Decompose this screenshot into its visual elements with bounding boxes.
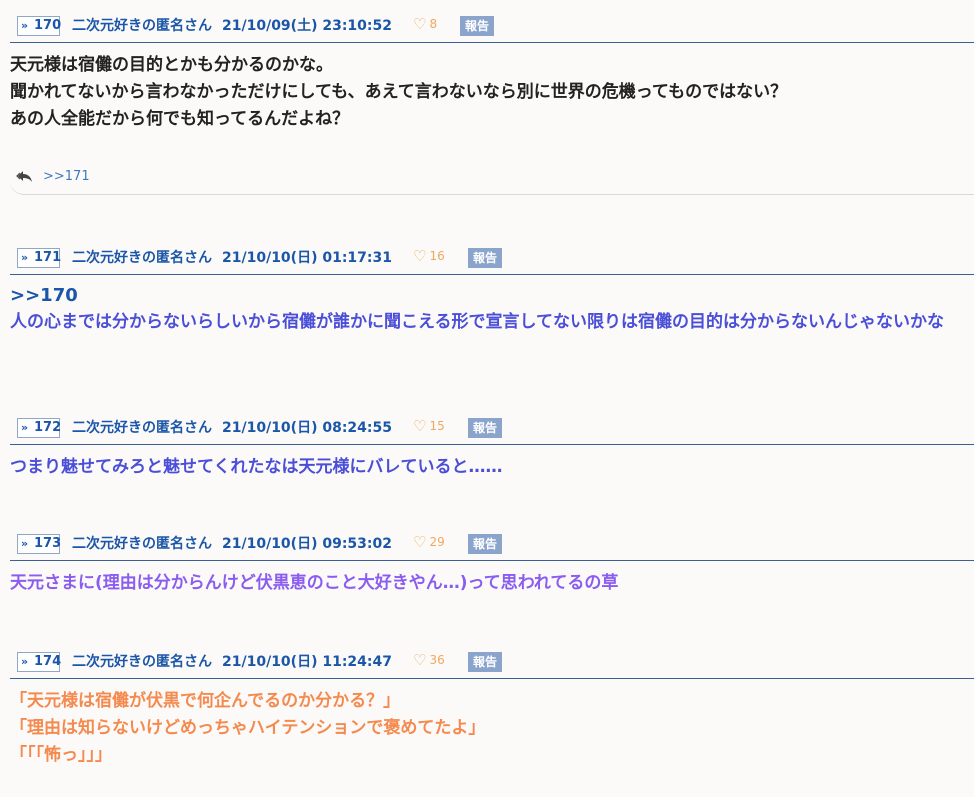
post-body: 天元さまに(理由は分からんけど伏黒恵のこと大好きやん…)って思われてるの草: [10, 570, 970, 597]
post-body: つまり魅せてみろと魅せてくれたなは天元様にバレていると……: [10, 454, 970, 481]
post-body-line: 天元さまに(理由は分からんけど伏黒恵のこと大好きやん…)って思われてるの草: [10, 573, 619, 593]
post-body-line: 天元様は宿儺の目的とかも分かるのかな。: [10, 55, 333, 75]
post-header: » 171 二次元好きの匿名さん 21/10/10(日) 01:17:31 ♡ 1…: [0, 244, 974, 274]
post-body-line: 「理由は知らないけどめっちゃハイテンションで褒めてたよ」: [10, 718, 486, 738]
like-button[interactable]: ♡ 29: [413, 532, 445, 552]
header-divider: [10, 42, 974, 43]
post-number-link[interactable]: » 174: [17, 652, 61, 672]
report-button[interactable]: 報告: [468, 652, 502, 672]
post-body: >>170 人の心までは分からないらしいから宿儺が誰かに聞こえる形で宣言してない…: [10, 282, 970, 336]
post-number-link[interactable]: » 172: [17, 418, 61, 438]
post-body-line: つまり魅せてみろと魅せてくれたなは天元様にバレていると……: [10, 457, 503, 477]
heart-outline-icon: ♡: [413, 247, 427, 265]
post-body: 天元様は宿儺の目的とかも分かるのかな。 聞かれてないから言わなかっただけにしても…: [10, 52, 970, 133]
double-chevron-right-icon: »: [21, 421, 29, 434]
post-body-line: 「天元様は宿儺が伏黒で何企んでるのか分かる？」: [10, 691, 401, 711]
double-chevron-right-icon: »: [21, 19, 29, 32]
reply-link[interactable]: >>171: [43, 168, 90, 186]
heart-outline-icon: ♡: [413, 15, 427, 33]
reply-arrow-icon: [16, 171, 32, 182]
post-header: » 174 二次元好きの匿名さん 21/10/10(日) 11:24:47 ♡ 3…: [0, 648, 974, 678]
anchor-link[interactable]: >>170: [10, 282, 970, 309]
like-count: 8: [429, 17, 438, 31]
post-date: 21/10/10(日) 09:53:02: [222, 536, 392, 552]
post-date: 21/10/09(土) 23:10:52: [222, 18, 392, 34]
report-button[interactable]: 報告: [468, 248, 502, 268]
poster-name: 二次元好きの匿名さん: [72, 536, 212, 552]
poster-name: 二次元好きの匿名さん: [72, 250, 212, 266]
post-body-line: 聞かれてないから言わなかっただけにしても、あえて言わないなら別に世界の危機っても…: [10, 82, 788, 102]
report-button[interactable]: 報告: [468, 418, 502, 438]
double-chevron-right-icon: »: [21, 251, 29, 264]
post-body-line: 「「「怖っ」」」: [10, 745, 112, 765]
post-date: 21/10/10(日) 01:17:31: [222, 250, 392, 266]
report-button[interactable]: 報告: [468, 534, 502, 554]
post-body-line: あの人全能だから何でも知ってるんだよね？: [10, 109, 350, 129]
post-number-link[interactable]: » 171: [17, 248, 61, 268]
post-170: » 170 二次元好きの匿名さん 21/10/09(土) 23:10:52 ♡ 8…: [0, 12, 974, 202]
post-date: 21/10/10(日) 11:24:47: [222, 654, 392, 670]
like-count: 29: [429, 535, 445, 549]
header-divider: [10, 560, 974, 561]
header-divider: [10, 444, 974, 445]
like-button[interactable]: ♡ 16: [413, 246, 445, 266]
post-date: 21/10/10(日) 08:24:55: [222, 420, 392, 436]
like-count: 15: [429, 419, 445, 433]
like-count: 16: [429, 249, 445, 263]
double-chevron-right-icon: »: [21, 655, 29, 668]
post-body-line: 人の心までは分からないらしいから宿儺が誰かに聞こえる形で宣言してない限りは宿儺の…: [10, 312, 944, 332]
post-header: » 172 二次元好きの匿名さん 21/10/10(日) 08:24:55 ♡ 1…: [0, 414, 974, 444]
post-number-link[interactable]: » 173: [17, 534, 61, 554]
post-172: » 172 二次元好きの匿名さん 21/10/10(日) 08:24:55 ♡ 1…: [0, 414, 974, 484]
post-171: » 171 二次元好きの匿名さん 21/10/10(日) 01:17:31 ♡ 1…: [0, 244, 974, 374]
poster-name: 二次元好きの匿名さん: [72, 654, 212, 670]
like-button[interactable]: ♡ 15: [413, 416, 445, 436]
post-173: » 173 二次元好きの匿名さん 21/10/10(日) 09:53:02 ♡ 2…: [0, 530, 974, 600]
replies-bar: >>171: [10, 162, 974, 195]
post-174: » 174 二次元好きの匿名さん 21/10/10(日) 11:24:47 ♡ 3…: [0, 648, 974, 788]
heart-outline-icon: ♡: [413, 651, 427, 669]
double-chevron-right-icon: »: [21, 537, 29, 550]
post-number-link[interactable]: » 170: [17, 16, 61, 36]
header-divider: [10, 678, 974, 679]
like-button[interactable]: ♡ 36: [413, 650, 445, 670]
like-count: 36: [429, 653, 445, 667]
header-divider: [10, 274, 974, 275]
heart-outline-icon: ♡: [413, 533, 427, 551]
poster-name: 二次元好きの匿名さん: [72, 420, 212, 436]
post-header: » 170 二次元好きの匿名さん 21/10/09(土) 23:10:52 ♡ 8…: [0, 12, 974, 42]
poster-name: 二次元好きの匿名さん: [72, 18, 212, 34]
report-button[interactable]: 報告: [460, 16, 494, 36]
post-header: » 173 二次元好きの匿名さん 21/10/10(日) 09:53:02 ♡ 2…: [0, 530, 974, 560]
heart-outline-icon: ♡: [413, 417, 427, 435]
post-body: 「天元様は宿儺が伏黒で何企んでるのか分かる？」 「理由は知らないけどめっちゃハイ…: [10, 688, 970, 769]
like-button[interactable]: ♡ 8: [413, 14, 437, 34]
